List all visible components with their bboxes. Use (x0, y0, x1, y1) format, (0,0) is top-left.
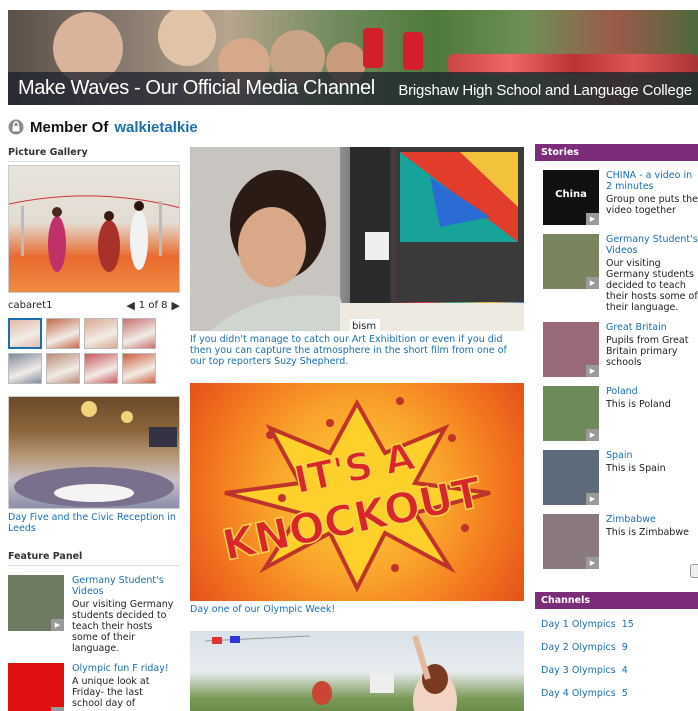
channel-name[interactable]: Day 4 Olympics (541, 688, 616, 699)
gallery-thumb[interactable] (122, 353, 156, 384)
play-icon: ▶ (586, 493, 599, 505)
feature-thumbnail[interactable]: ▶ (8, 575, 64, 631)
channel-count: 5 (621, 688, 628, 699)
play-icon: ▶ (586, 557, 599, 569)
feature-panel: Feature Panel ▶ Germany Student's Videos… (8, 551, 180, 711)
feature-thumbnail[interactable]: ▶ (8, 663, 64, 711)
banner-photo-crowd (448, 54, 698, 74)
banner-title: Make Waves - Our Official Media Channel (18, 77, 375, 99)
feature-item-title[interactable]: Germany Student's Videos (72, 575, 174, 597)
previous-arrow-icon[interactable]: ◀ (126, 299, 134, 312)
scroll-handle[interactable] (690, 564, 698, 578)
story-desc: Pupils from Great Britain primary school… (606, 335, 689, 368)
art-exhibition-caption[interactable]: If you didn't manage to catch our Art Ex… (190, 334, 520, 367)
feature-item-desc: A unique look at Friday- the last school… (72, 676, 150, 709)
channel-link-row[interactable]: Day 4 Olympics 5 (541, 688, 698, 701)
channel-link-row[interactable]: Day 3 Olympics 4 (541, 665, 698, 678)
story-thumbnail[interactable]: ▶ (543, 450, 599, 505)
right-column: Stories China ▶ CHINA - a video in 2 min… (535, 144, 698, 699)
art-exhibition-video[interactable]: bism (190, 147, 524, 331)
header-banner: Make Waves - Our Official Media Channel … (8, 10, 698, 105)
play-icon: ▶ (51, 619, 64, 631)
gallery-thumb[interactable] (84, 318, 118, 349)
play-icon: ▶ (586, 277, 599, 289)
gallery-page-counter: 1 of 8 (138, 299, 168, 311)
feature-item[interactable]: ▶ Germany Student's Videos Our visiting … (8, 575, 180, 654)
story-item[interactable]: ▶ Zimbabwe This is Zimbabwe (543, 514, 698, 569)
story-thumbnail[interactable]: ▶ (543, 234, 599, 289)
gallery-image-name: cabaret1 (8, 299, 53, 311)
story-item[interactable]: ▶ Poland This is Poland (543, 386, 698, 441)
story-title[interactable]: Poland (606, 386, 698, 397)
gallery-thumb[interactable] (122, 318, 156, 349)
next-arrow-icon[interactable]: ▶ (172, 299, 180, 312)
story-title[interactable]: CHINA - a video in 2 minutes (606, 170, 698, 192)
channel-link-row[interactable]: Day 2 Olympics 9 (541, 642, 698, 655)
banner-photo-dancer (403, 32, 423, 70)
feature-panel-title: Feature Panel (8, 551, 180, 566)
channels-panel: Channels Day 1 Olympics 15 Day 2 Olympics… (535, 592, 698, 701)
gallery-main-image[interactable] (8, 165, 180, 293)
knockout-video[interactable]: IT'S A KNOCKOUT (190, 383, 524, 601)
banner-photo-face (158, 10, 216, 66)
story-desc: Group one puts the video together (606, 194, 698, 216)
story-thumb-label: China (555, 189, 587, 200)
story-title[interactable]: Zimbabwe (606, 514, 698, 525)
stories-header: Stories (535, 144, 698, 161)
channel-link[interactable]: walkietalkie (114, 119, 197, 136)
channels-header: Channels (535, 592, 698, 609)
gallery-pager: cabaret1 ◀ 1 of 8 ▶ (8, 298, 180, 312)
story-title[interactable]: Great Britain (606, 322, 698, 333)
story-thumbnail[interactable]: ▶ (543, 386, 599, 441)
story-desc: This is Spain (606, 463, 666, 474)
channel-name[interactable]: Day 3 Olympics (541, 665, 616, 676)
olympic-dance-video[interactable] (190, 631, 524, 711)
civic-reception-video[interactable] (8, 396, 180, 509)
knockout-caption[interactable]: Day one of our Olympic Week! (190, 604, 520, 615)
story-thumbnail[interactable]: ▶ (543, 322, 599, 377)
gallery-thumb[interactable] (46, 318, 80, 349)
main-column: bism If you didn't manage to catch our A… (190, 147, 524, 711)
play-icon: ▶ (586, 213, 599, 225)
play-icon: ▶ (51, 707, 64, 711)
story-desc: This is Zimbabwe (606, 527, 689, 538)
civic-reception-caption[interactable]: Day Five and the Civic Reception in Leed… (8, 512, 180, 534)
exhibition-sign-text: bism (352, 321, 376, 331)
story-title[interactable]: Spain (606, 450, 698, 461)
group-icon (8, 119, 24, 135)
banner-photo-dancer (363, 28, 383, 68)
feature-item-desc: Our visiting Germany students decided to… (72, 599, 174, 654)
story-desc: This is Poland (606, 399, 671, 410)
story-item[interactable]: ▶ Great Britain Pupils from Great Britai… (543, 322, 698, 377)
channel-count: 4 (621, 665, 628, 676)
banner-school-name: Brigshaw High School and Language Colleg… (398, 82, 692, 99)
feature-item-title[interactable]: Olympic fun F riday! (72, 663, 174, 674)
gallery-thumbnails (8, 318, 180, 384)
left-column: Picture Gallery cabaret1 ◀ 1 of 8 ▶ Day … (8, 147, 180, 711)
play-icon: ▶ (586, 429, 599, 441)
picture-gallery-title: Picture Gallery (8, 147, 180, 162)
channel-link-row[interactable]: Day 1 Olympics 15 (541, 619, 698, 632)
gallery-thumb[interactable] (8, 318, 42, 349)
story-desc: Our visiting Germany students decided to… (606, 258, 698, 313)
gallery-thumb[interactable] (8, 353, 42, 384)
story-item[interactable]: ▶ Germany Student's Videos Our visiting … (543, 234, 698, 313)
feature-item[interactable]: ▶ Olympic fun F riday! A unique look at … (8, 663, 180, 711)
story-thumbnail[interactable]: China ▶ (543, 170, 599, 225)
gallery-thumb[interactable] (84, 353, 118, 384)
story-item[interactable]: ▶ Spain This is Spain (543, 450, 698, 505)
member-of-header: Member Of walkietalkie (8, 117, 198, 137)
gallery-thumb[interactable] (46, 353, 80, 384)
story-item[interactable]: China ▶ CHINA - a video in 2 minutes Gro… (543, 170, 698, 225)
member-of-label: Member Of (30, 118, 109, 136)
channel-name[interactable]: Day 2 Olympics (541, 642, 616, 653)
play-icon: ▶ (586, 365, 599, 377)
story-title[interactable]: Germany Student's Videos (606, 234, 698, 256)
channel-name[interactable]: Day 1 Olympics (541, 619, 616, 630)
channel-count: 15 (621, 619, 634, 630)
channel-count: 9 (621, 642, 628, 653)
story-thumbnail[interactable]: ▶ (543, 514, 599, 569)
